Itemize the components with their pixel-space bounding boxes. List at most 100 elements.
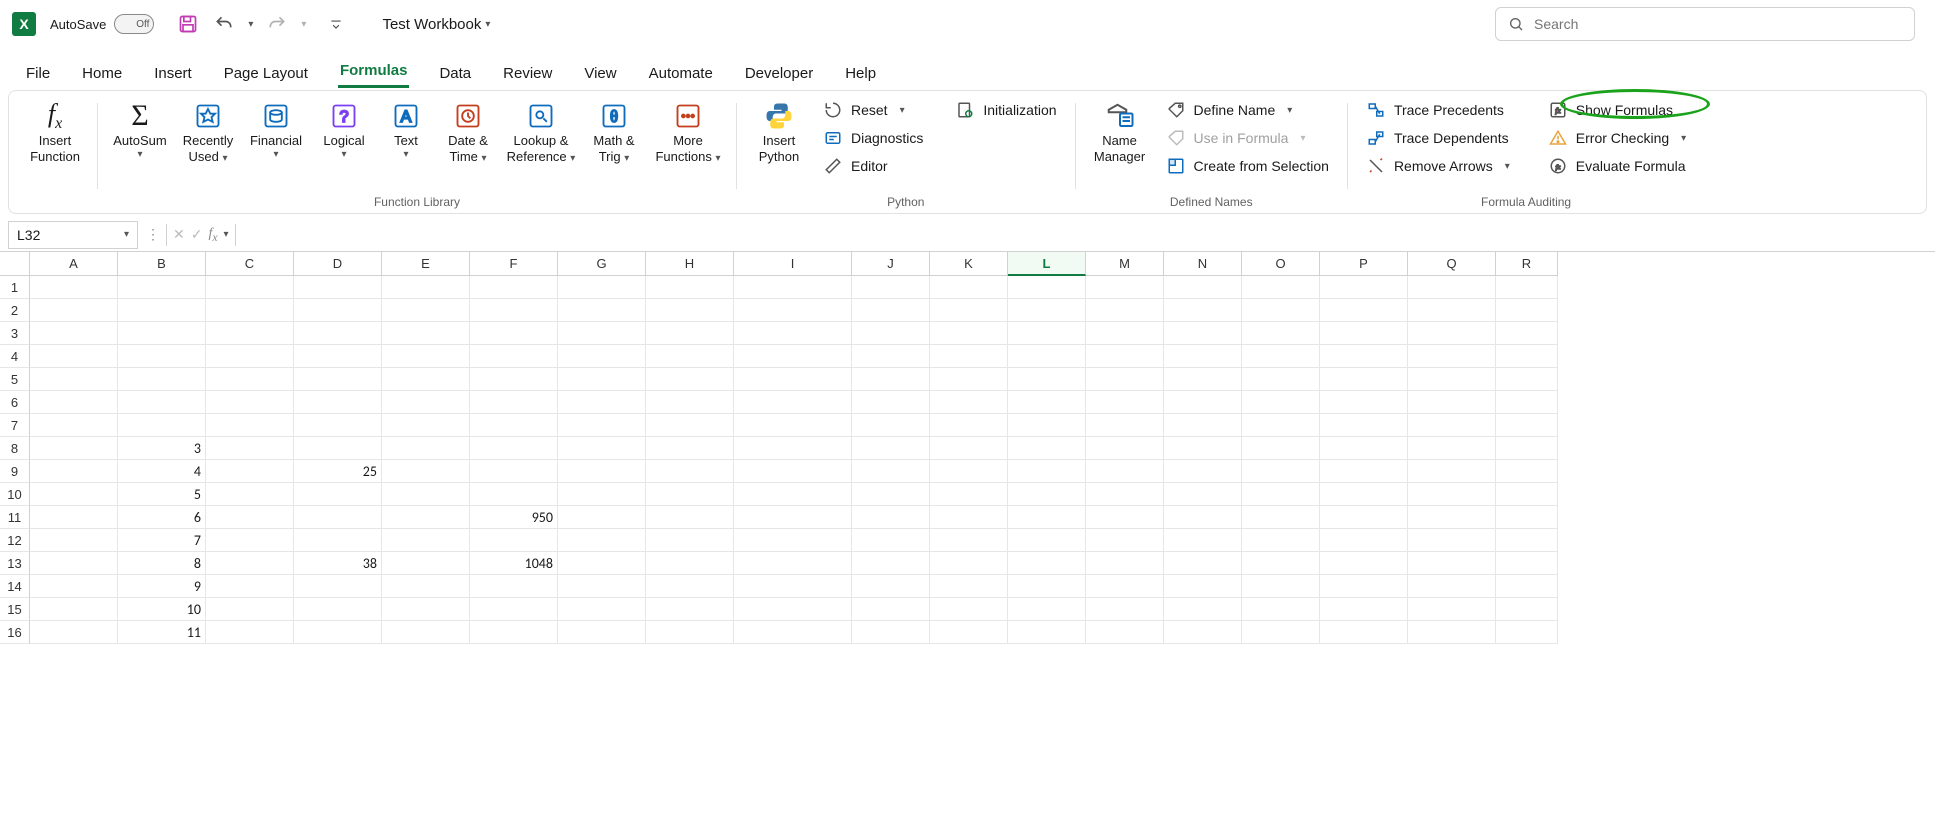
cell[interactable]: [1086, 276, 1164, 299]
tab-formulas[interactable]: Formulas: [338, 56, 410, 88]
cell[interactable]: [1320, 368, 1408, 391]
cell[interactable]: [294, 575, 382, 598]
column-header[interactable]: L: [1008, 252, 1086, 276]
cell[interactable]: [1320, 345, 1408, 368]
cell[interactable]: [1496, 506, 1558, 529]
row-header[interactable]: 7: [0, 414, 30, 437]
cell[interactable]: [1008, 299, 1086, 322]
tab-page-layout[interactable]: Page Layout: [222, 59, 310, 88]
cell[interactable]: [1408, 529, 1496, 552]
row-header[interactable]: 15: [0, 598, 30, 621]
column-header[interactable]: M: [1086, 252, 1164, 276]
logical-button[interactable]: ? Logical▾: [312, 97, 376, 164]
worksheet-grid[interactable]: ABCDEFGHIJKLMNOPQR 123456783942510511695…: [0, 252, 1935, 644]
cell[interactable]: [930, 483, 1008, 506]
cell[interactable]: [734, 414, 852, 437]
cell[interactable]: [1086, 552, 1164, 575]
remove-arrows-button[interactable]: Remove Arrows▾: [1358, 153, 1518, 179]
cell[interactable]: [206, 299, 294, 322]
cell[interactable]: [558, 368, 646, 391]
cell[interactable]: [1408, 345, 1496, 368]
cell[interactable]: [1242, 276, 1320, 299]
define-name-button[interactable]: Define Name▾: [1158, 97, 1337, 123]
cell[interactable]: [294, 437, 382, 460]
cell[interactable]: [206, 621, 294, 644]
cell[interactable]: [558, 437, 646, 460]
cell[interactable]: [1008, 598, 1086, 621]
cell[interactable]: [558, 506, 646, 529]
cell[interactable]: [206, 575, 294, 598]
cell[interactable]: [294, 322, 382, 345]
column-header[interactable]: P: [1320, 252, 1408, 276]
cell[interactable]: [646, 345, 734, 368]
cell[interactable]: [1408, 483, 1496, 506]
cell[interactable]: [852, 621, 930, 644]
cell[interactable]: [30, 322, 118, 345]
trace-precedents-button[interactable]: Trace Precedents: [1358, 97, 1518, 123]
cell[interactable]: [1408, 598, 1496, 621]
autosave-state[interactable]: Off: [114, 14, 154, 34]
cell[interactable]: [930, 299, 1008, 322]
cell[interactable]: [118, 391, 206, 414]
tab-help[interactable]: Help: [843, 59, 878, 88]
cell[interactable]: [734, 621, 852, 644]
cell[interactable]: [646, 506, 734, 529]
cell[interactable]: [1164, 506, 1242, 529]
cell[interactable]: [294, 598, 382, 621]
cell[interactable]: [206, 391, 294, 414]
cell[interactable]: [852, 391, 930, 414]
cell[interactable]: [294, 506, 382, 529]
cell[interactable]: [1496, 322, 1558, 345]
tab-data[interactable]: Data: [437, 59, 473, 88]
cancel-icon[interactable]: ✕: [173, 226, 185, 243]
cell[interactable]: [1164, 529, 1242, 552]
cell[interactable]: [382, 437, 470, 460]
cell[interactable]: [930, 414, 1008, 437]
save-icon[interactable]: [176, 12, 200, 36]
row-header[interactable]: 13: [0, 552, 30, 575]
cell[interactable]: [1496, 483, 1558, 506]
column-header[interactable]: R: [1496, 252, 1558, 276]
cell[interactable]: [1164, 276, 1242, 299]
column-header[interactable]: Q: [1408, 252, 1496, 276]
cell[interactable]: [30, 345, 118, 368]
cell[interactable]: [1408, 368, 1496, 391]
cell[interactable]: [1086, 460, 1164, 483]
fx-bar-chevron[interactable]: ▾: [224, 229, 229, 240]
cell[interactable]: [206, 529, 294, 552]
cell[interactable]: 1048: [470, 552, 558, 575]
cell[interactable]: [1164, 598, 1242, 621]
customize-qat-icon[interactable]: [324, 12, 348, 36]
cell[interactable]: [1320, 276, 1408, 299]
math-trig-button[interactable]: θ Math &Trig ▾: [582, 97, 646, 168]
cell[interactable]: [646, 575, 734, 598]
cell[interactable]: 7: [118, 529, 206, 552]
cell[interactable]: [1242, 345, 1320, 368]
cell[interactable]: [470, 322, 558, 345]
cell[interactable]: [294, 276, 382, 299]
cell[interactable]: [294, 345, 382, 368]
cell[interactable]: [1408, 575, 1496, 598]
cell[interactable]: [30, 414, 118, 437]
cell[interactable]: [382, 575, 470, 598]
cell[interactable]: [30, 368, 118, 391]
cell[interactable]: [734, 598, 852, 621]
cell[interactable]: [558, 575, 646, 598]
cell[interactable]: [1408, 299, 1496, 322]
name-manager-button[interactable]: NameManager: [1086, 97, 1154, 168]
tab-developer[interactable]: Developer: [743, 59, 815, 88]
cell[interactable]: [930, 391, 1008, 414]
column-header[interactable]: I: [734, 252, 852, 276]
cell[interactable]: [30, 575, 118, 598]
cell[interactable]: [294, 414, 382, 437]
column-header[interactable]: F: [470, 252, 558, 276]
cell[interactable]: 9: [118, 575, 206, 598]
cell[interactable]: [1408, 414, 1496, 437]
cell[interactable]: [734, 322, 852, 345]
cell[interactable]: [1320, 299, 1408, 322]
cell[interactable]: [1164, 552, 1242, 575]
cell[interactable]: [1408, 322, 1496, 345]
cell[interactable]: [206, 414, 294, 437]
cell[interactable]: [646, 276, 734, 299]
redo-dropdown-icon[interactable]: ▾: [301, 19, 306, 30]
